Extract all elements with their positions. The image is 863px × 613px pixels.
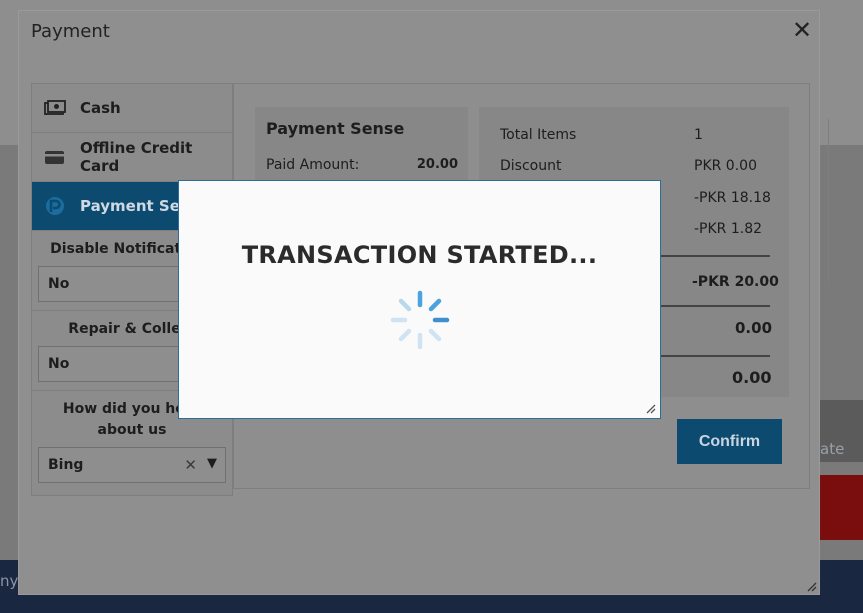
total-items-value: 1 [694,127,703,143]
discount-value: PKR 0.00 [694,158,757,174]
dropdown-arrow-icon[interactable]: ▼ [207,456,217,471]
modal-title: TRANSACTION STARTED... [241,241,598,269]
dialog-title: Payment [31,21,110,42]
transaction-modal: TRANSACTION STARTED... [178,180,661,419]
select-value: Bing [48,457,84,473]
resize-handle-icon[interactable] [644,402,656,414]
resize-handle-icon[interactable] [805,580,817,592]
total-items-label: Total Items [500,127,577,143]
credit-card-icon [44,149,66,165]
discount-label: Discount [500,158,562,174]
payment-sense-icon [44,197,66,215]
select-value: No [48,276,70,292]
total-value: -PKR 20.00 [692,274,779,290]
due-value: 0.00 [732,368,772,387]
background-text-left: ny [0,572,19,590]
paid-value: 0.00 [735,319,773,337]
subtotal-value: -PKR 18.18 [694,190,771,206]
hear-about-select[interactable]: Bing ✕ ▼ [38,447,226,483]
payment-sense-title: Payment Sense [266,119,405,138]
confirm-button[interactable]: Confirm [677,419,782,464]
tax-value: -PKR 1.82 [694,221,763,237]
loading-spinner-icon [390,290,450,350]
background-text-right: ate [820,440,845,458]
paid-amount-label: Paid Amount: [266,157,360,173]
close-icon[interactable]: ✕ [791,18,813,42]
method-cash[interactable]: Cash [32,84,232,133]
method-label: Cash [80,99,121,117]
method-label: Offline Credit Card [80,139,193,175]
cash-icon [44,100,66,116]
method-offline-credit-card[interactable]: Offline Credit Card [32,133,232,182]
background-red-button [818,475,863,540]
panel-edge [810,119,829,286]
select-value: No [48,356,70,372]
clear-icon[interactable]: ✕ [184,456,197,474]
paid-amount-value: 20.00 [416,157,458,172]
